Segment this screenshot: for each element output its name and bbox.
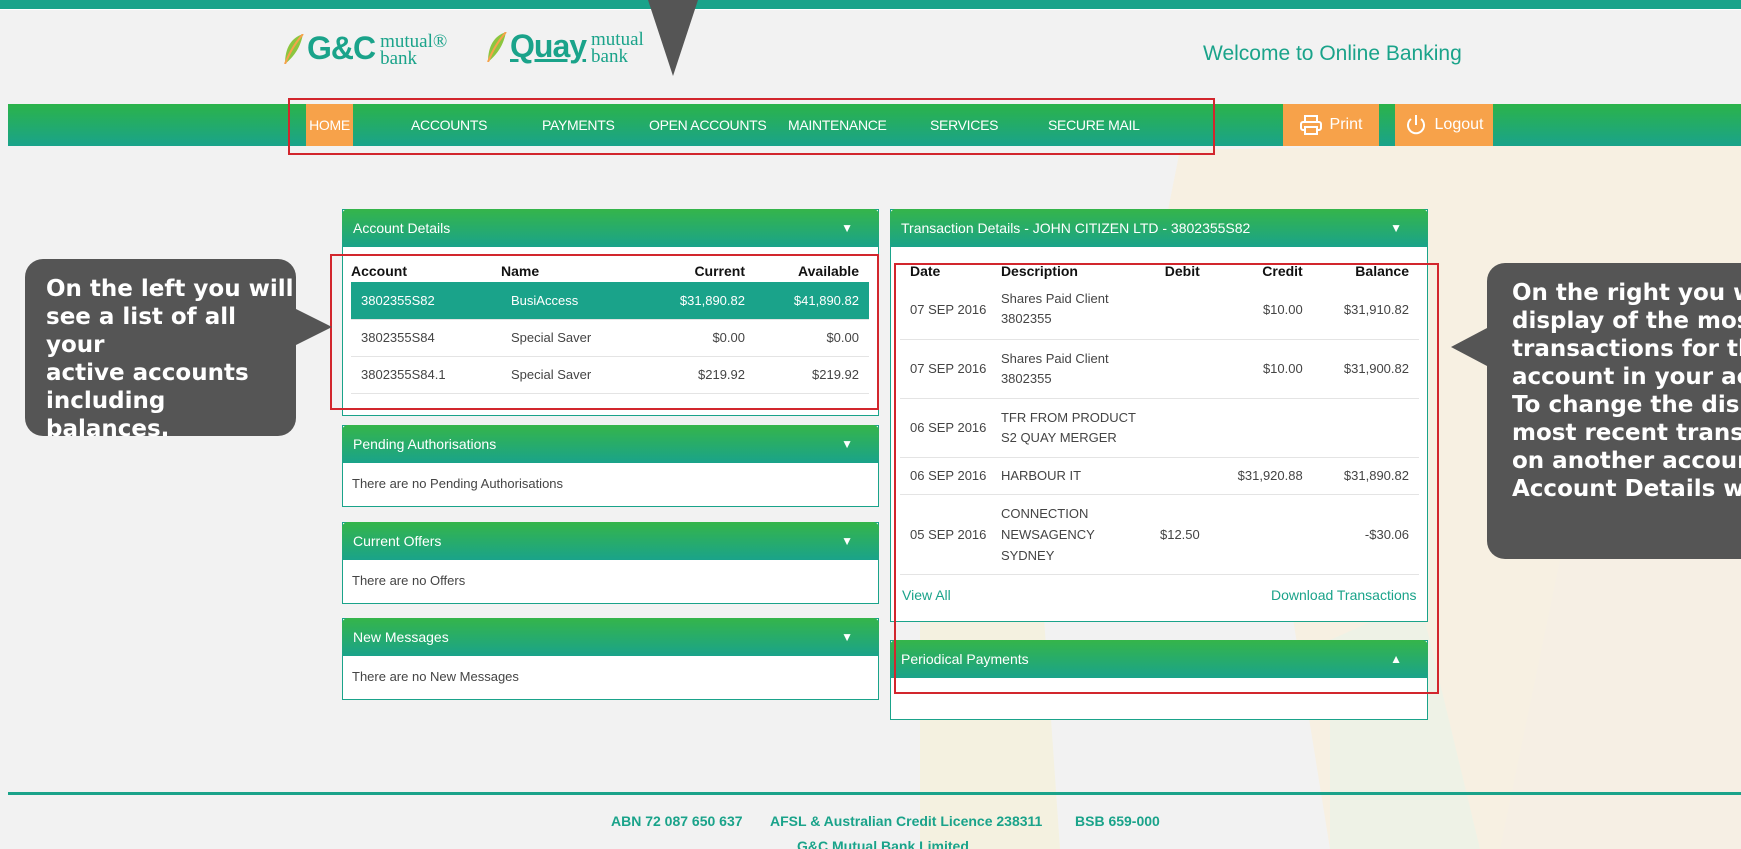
leaf-icon <box>487 31 507 62</box>
footer-bsb: BSB 659-000 <box>1075 813 1160 829</box>
offers-text: There are no Offers <box>352 573 466 588</box>
quay-logo-sub: mutual bank <box>591 28 644 67</box>
callout-right-line: On the right you w <box>1512 280 1741 306</box>
account-details-header[interactable]: Account Details ▼ <box>342 209 879 247</box>
collapse-icon[interactable]: ▼ <box>1390 209 1402 247</box>
print-button[interactable]: Print <box>1283 104 1379 146</box>
quay-logo-sub-bottom: bank <box>591 45 628 67</box>
transactions-title: Transaction Details - JOHN CITIZEN LTD -… <box>901 220 1251 236</box>
footer-afsl: AFSL & Australian Credit Licence 238311 <box>770 813 1043 829</box>
gc-logo-main: G&C <box>307 30 376 66</box>
callout-right-line: display of the most <box>1512 308 1741 334</box>
print-label: Print <box>1329 116 1363 133</box>
top-border-inner <box>0 9 1741 10</box>
messages-title: New Messages <box>353 629 449 645</box>
gc-logo-sub: mutual® bank <box>380 30 448 69</box>
footer-divider <box>8 792 1741 795</box>
callout-right-line: Account Details wi <box>1512 476 1741 502</box>
gc-logo-sub-top: mutual® <box>380 30 448 52</box>
collapse-icon[interactable]: ▼ <box>841 209 853 247</box>
callout-right-line: account in your acc <box>1512 364 1741 390</box>
quay-logo[interactable]: Quay mutual bank <box>486 28 644 67</box>
top-border <box>0 0 1741 9</box>
callout-left-line: active accounts <box>46 360 249 386</box>
transactions-header[interactable]: Transaction Details - JOHN CITIZEN LTD -… <box>890 209 1428 247</box>
callout-right: On the right you w display of the most t… <box>1487 263 1741 559</box>
nav-highlight-box <box>288 98 1215 155</box>
footer-company: G&C Mutual Bank Limited <box>797 838 969 849</box>
gc-logo-sub-bottom: bank <box>380 47 418 69</box>
account-details-title: Account Details <box>353 220 451 236</box>
callout-right-line: To change the disp <box>1512 392 1741 418</box>
collapse-icon[interactable]: ▼ <box>841 522 853 560</box>
pending-title: Pending Authorisations <box>353 436 497 452</box>
welcome-text: Welcome to Online Banking <box>1203 42 1462 65</box>
gc-logo[interactable]: G&C mutual® bank <box>283 30 448 69</box>
logout-label: Logout <box>1434 116 1484 133</box>
accounts-highlight-box <box>330 254 879 410</box>
callout-right-line: on another account <box>1512 448 1741 474</box>
quay-logo-main: Quay <box>510 28 587 64</box>
logout-button[interactable]: Logout <box>1395 104 1493 146</box>
offers-header[interactable]: Current Offers ▼ <box>342 522 879 560</box>
footer-abn: ABN 72 087 650 637 <box>611 813 743 829</box>
printer-icon <box>1299 115 1322 135</box>
callout-right-line: most recent transac <box>1512 420 1741 446</box>
messages-text: There are no New Messages <box>352 669 519 684</box>
pointer-arrow <box>648 0 698 76</box>
callout-left-line: On the left you will <box>46 276 294 302</box>
offers-title: Current Offers <box>353 533 442 549</box>
callout-left-line: see a list of all your <box>46 304 236 358</box>
pending-header[interactable]: Pending Authorisations ▼ <box>342 425 879 463</box>
messages-panel: New Messages ▼ There are no New Messages <box>342 618 879 700</box>
offers-panel: Current Offers ▼ There are no Offers <box>342 522 879 604</box>
pending-panel: Pending Authorisations ▼ There are no Pe… <box>342 425 879 507</box>
leaf-icon <box>284 33 304 64</box>
callout-left-line: including balances. <box>46 388 170 442</box>
collapse-icon[interactable]: ▼ <box>841 618 853 656</box>
callout-right-line: transactions for the <box>1512 336 1741 362</box>
collapse-icon[interactable]: ▼ <box>841 425 853 463</box>
callout-left: On the left you will see a list of all y… <box>25 259 332 442</box>
messages-header[interactable]: New Messages ▼ <box>342 618 879 656</box>
transactions-highlight-box <box>894 263 1439 694</box>
quay-logo-sub-top: mutual <box>591 28 644 50</box>
callout-right-pointer <box>1451 328 1487 366</box>
pending-text: There are no Pending Authorisations <box>352 476 564 491</box>
power-icon <box>1406 115 1425 135</box>
